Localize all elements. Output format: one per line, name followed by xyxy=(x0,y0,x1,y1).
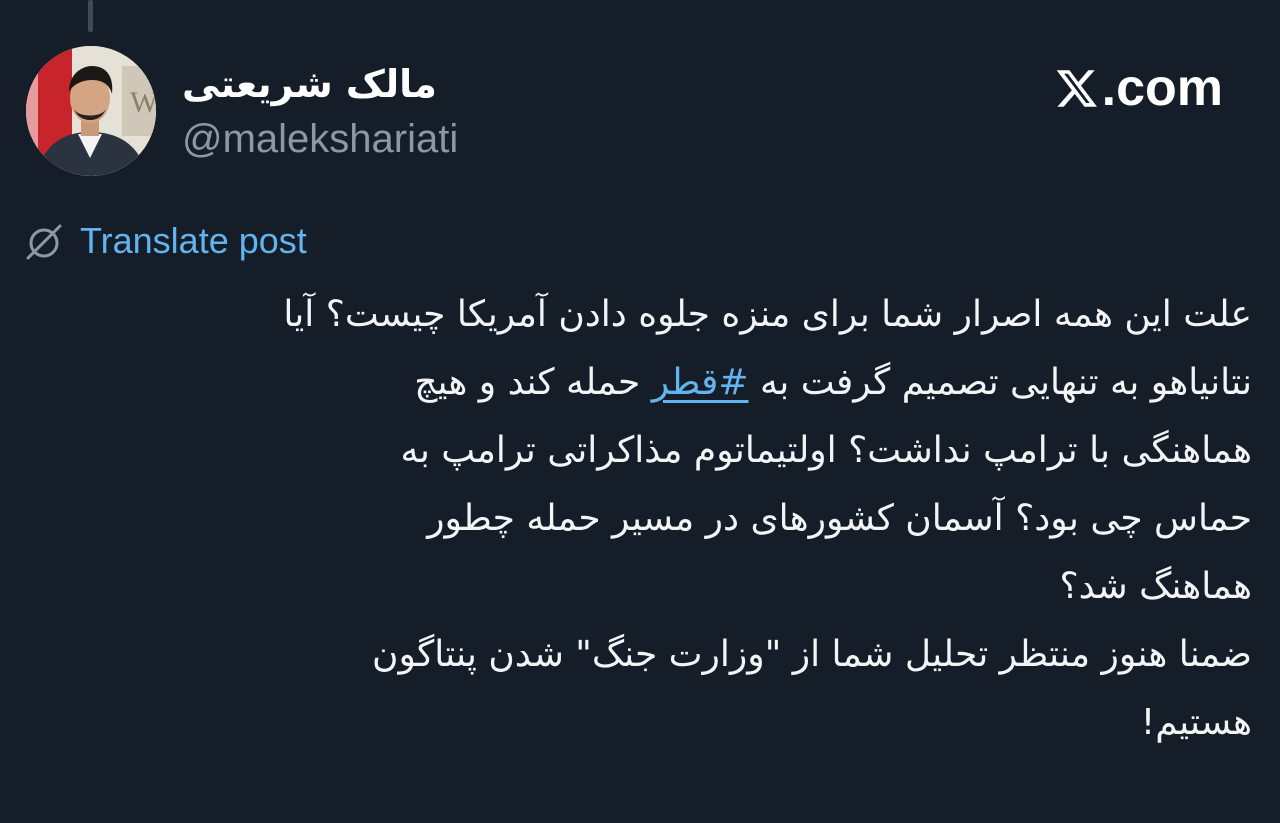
author-display-name[interactable]: مالک شریعتی xyxy=(182,58,437,110)
translate-post-button[interactable]: Translate post xyxy=(22,218,307,264)
x-logo-icon xyxy=(1056,70,1097,107)
globe-icon xyxy=(26,224,62,260)
translate-post-label: Translate post xyxy=(80,220,307,261)
brand-domain-label: .com xyxy=(1101,59,1223,117)
post-text: علت این همه اصرار شما برای منزه جلوه داد… xyxy=(17,281,1252,757)
post-text-line: هماهنگی با ترامپ نداشت؟ اولتیماتوم مذاکر… xyxy=(400,430,1252,471)
post-text-line: نتانیاهو به تنهایی تصمیم گرفت به #قطر حم… xyxy=(17,349,1252,417)
hashtag-link[interactable]: #قطر xyxy=(652,362,749,403)
post-text-segment: حمله کند و هیچ xyxy=(414,362,652,403)
post-text-line: ضمنا هنوز منتظر تحلیل شما از "وزارت جنگ"… xyxy=(372,634,1252,675)
avatar[interactable]: W xyxy=(26,46,156,176)
post-text-line: حماس چی بود؟ آسمان کشورهای در مسیر حمله … xyxy=(427,498,1252,539)
post-text-line: هماهنگ شد؟ xyxy=(1059,566,1252,607)
post-text-segment: نتانیاهو به تنهایی تصمیم گرفت به xyxy=(748,362,1252,403)
thread-connector-line xyxy=(88,0,93,32)
author-handle[interactable]: @malekshariati xyxy=(182,114,458,164)
svg-text:W: W xyxy=(130,86,156,119)
profile-photo-icon: W xyxy=(26,46,156,176)
x-com-brand: .com xyxy=(1054,58,1223,118)
post-text-line: علت این همه اصرار شما برای منزه جلوه داد… xyxy=(283,294,1252,335)
post-text-line: هستیم! xyxy=(1140,702,1252,743)
